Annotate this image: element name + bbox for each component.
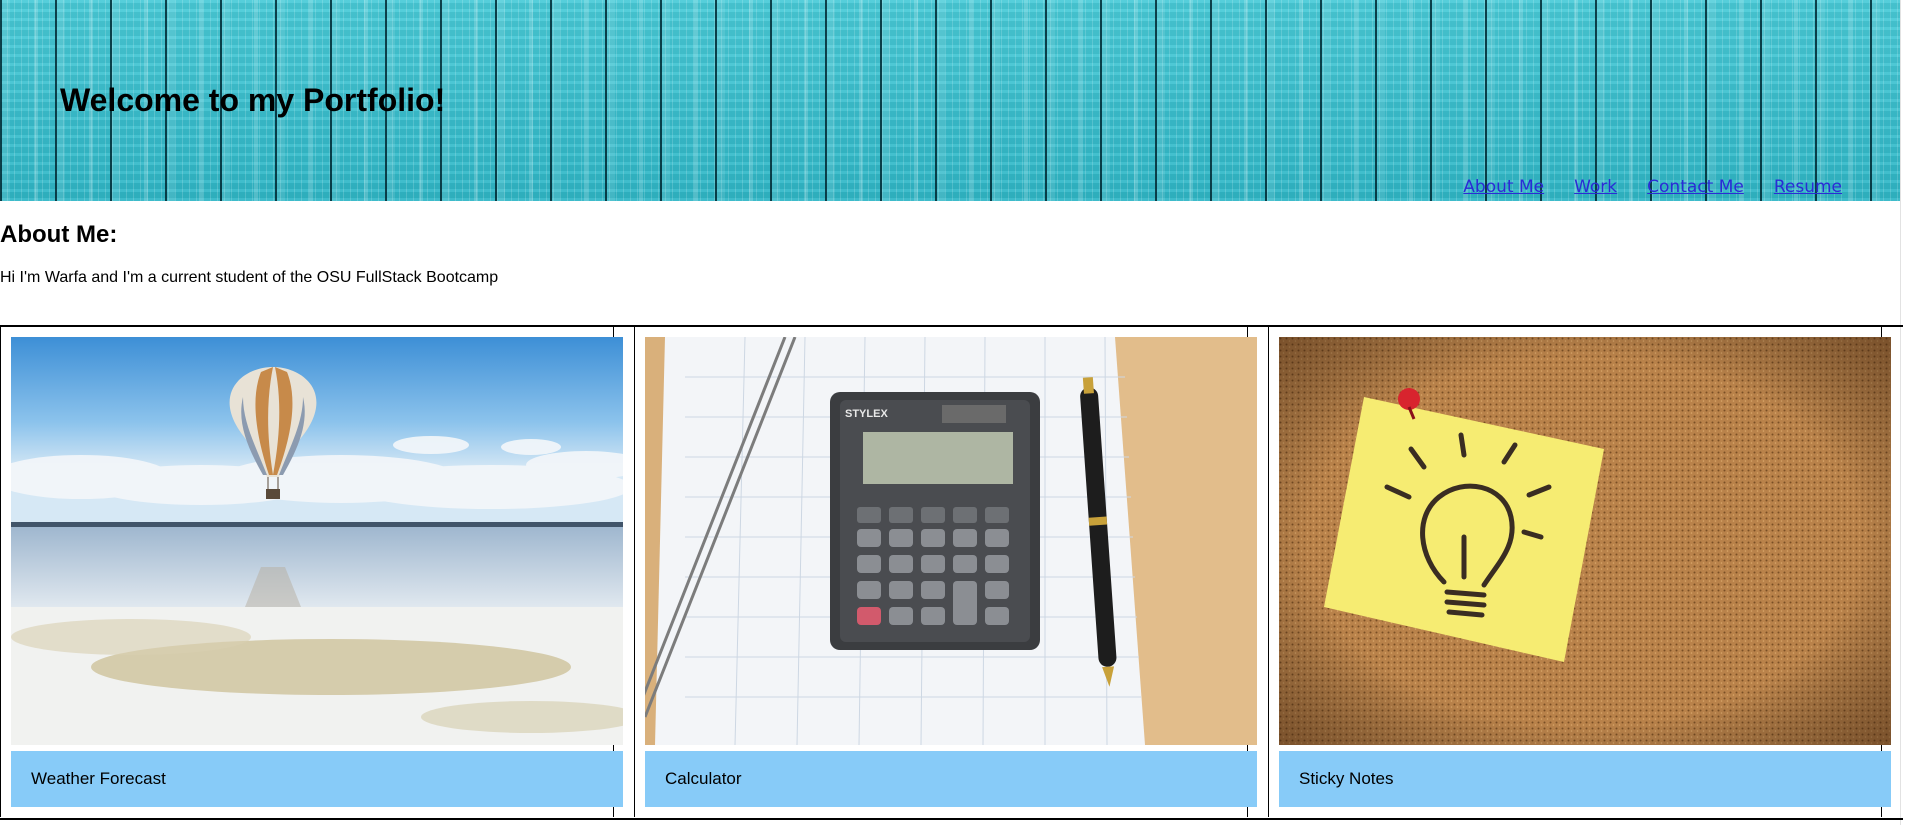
work-caption-sticky-notes[interactable]: Sticky Notes (1279, 751, 1891, 807)
calculator-image[interactable]: STYLEX (645, 337, 1257, 745)
nav-link-contact-me[interactable]: Contact Me (1647, 176, 1744, 198)
work-card-sticky-notes[interactable]: Sticky Notes (1268, 327, 1891, 817)
work-card-weather[interactable]: Weather Forecast (0, 327, 623, 817)
hot-air-balloon-image[interactable] (11, 337, 623, 745)
work-caption-calculator[interactable]: Calculator (645, 751, 1257, 807)
work-caption-weather-forecast[interactable]: Weather Forecast (11, 751, 623, 807)
work-grid: Weather Forecast STYLEX Calculator Stick… (0, 325, 1903, 827)
page-title: Welcome to my Portfolio! (60, 82, 446, 118)
sticky-note-image[interactable] (1279, 337, 1891, 745)
main-nav: About Me Work Contact Me Resume (1463, 176, 1842, 198)
nav-link-about-me[interactable]: About Me (1463, 176, 1544, 198)
about-text: Hi I'm Warfa and I'm a current student o… (0, 269, 499, 286)
nav-link-work[interactable]: Work (1574, 176, 1617, 198)
header-banner: Welcome to my Portfolio! About Me Work C… (0, 0, 1900, 201)
about-heading: About Me: (0, 221, 118, 248)
grid-row-divider (0, 818, 1903, 820)
work-card-calculator[interactable]: STYLEX Calculator (634, 327, 1257, 817)
svg-text:STYLEX: STYLEX (845, 408, 888, 420)
nav-link-resume[interactable]: Resume (1774, 176, 1842, 198)
